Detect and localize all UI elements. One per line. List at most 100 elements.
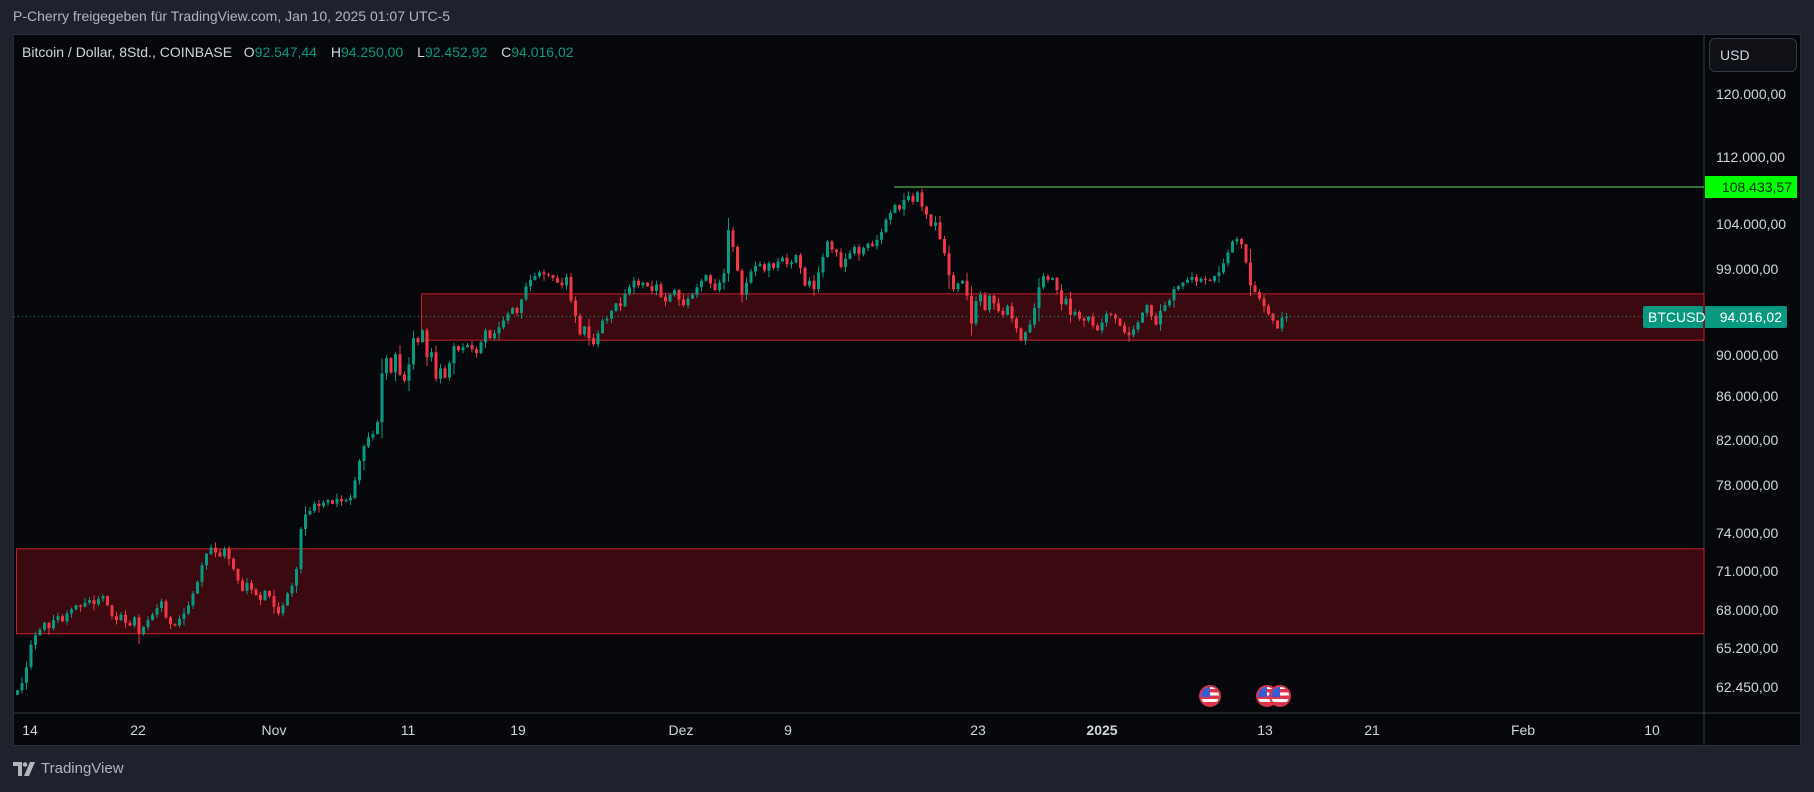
candle-body bbox=[857, 247, 861, 255]
candle-body bbox=[695, 287, 699, 295]
candle-body bbox=[515, 308, 519, 313]
candle-body bbox=[547, 274, 550, 276]
candle-body bbox=[88, 600, 91, 603]
candle-body bbox=[443, 368, 447, 378]
candle-body bbox=[1186, 279, 1189, 283]
candle-body bbox=[704, 275, 708, 281]
candle-body bbox=[1109, 313, 1113, 315]
candle-body bbox=[268, 590, 271, 597]
symbol-name[interactable]: Bitcoin / Dollar, 8Std., COINBASE bbox=[22, 44, 232, 60]
candle-body bbox=[1217, 272, 1221, 277]
candle-body bbox=[961, 280, 964, 284]
candle-body bbox=[1042, 276, 1045, 288]
candle-body bbox=[1222, 263, 1225, 273]
candle-body bbox=[1190, 277, 1194, 280]
candle-body bbox=[277, 606, 280, 614]
candle-body bbox=[1064, 298, 1068, 305]
candle-body bbox=[218, 552, 222, 557]
candle-body bbox=[479, 342, 483, 354]
time-tick-label: 2025 bbox=[1086, 722, 1118, 738]
candle-body bbox=[1001, 310, 1005, 315]
candle-body bbox=[173, 624, 177, 626]
candle-body bbox=[646, 282, 649, 287]
candle-body bbox=[506, 313, 510, 321]
time-tick-label: Dez bbox=[668, 722, 694, 738]
candle-body bbox=[682, 299, 685, 306]
candle-body bbox=[524, 286, 528, 300]
candle-body bbox=[349, 497, 352, 501]
candle-body bbox=[497, 327, 501, 334]
candle-body bbox=[263, 590, 267, 601]
candle-body bbox=[556, 277, 559, 283]
candle-body bbox=[853, 247, 856, 254]
candle-body bbox=[407, 364, 411, 381]
candle-body bbox=[416, 338, 420, 343]
candle-body bbox=[376, 422, 379, 435]
candle-body bbox=[1006, 306, 1009, 315]
time-tick-label: Nov bbox=[261, 722, 287, 738]
candle-body bbox=[916, 192, 919, 202]
candle-body bbox=[1159, 310, 1162, 325]
candle-body bbox=[673, 290, 676, 295]
candle-body bbox=[214, 547, 217, 553]
candle-body bbox=[1213, 276, 1216, 281]
candle-body bbox=[722, 273, 726, 283]
candle-body bbox=[272, 596, 276, 607]
candle-body bbox=[452, 346, 456, 364]
candle-body bbox=[344, 500, 348, 502]
candle-body bbox=[448, 363, 451, 378]
candle-body bbox=[133, 617, 136, 626]
candle-body bbox=[1271, 313, 1275, 321]
time-tick-label: 22 bbox=[130, 722, 146, 738]
candle-body bbox=[511, 308, 514, 314]
candle-body bbox=[767, 263, 771, 271]
candle-body bbox=[745, 282, 748, 295]
candle-body bbox=[353, 480, 357, 498]
candle-body bbox=[65, 613, 69, 622]
candle-body bbox=[209, 547, 213, 554]
candle-body bbox=[488, 330, 492, 339]
candle-body bbox=[610, 310, 613, 319]
candle-body bbox=[911, 195, 915, 202]
candle-body bbox=[254, 589, 258, 595]
candle-body bbox=[1105, 313, 1108, 323]
candle-body bbox=[124, 614, 127, 623]
candle-body bbox=[110, 605, 114, 617]
price-tick-label: 90.000,00 bbox=[1716, 347, 1779, 364]
candle-body bbox=[880, 231, 883, 240]
candle-body bbox=[1267, 306, 1270, 314]
tradingview-logo[interactable]: TradingView bbox=[13, 760, 124, 777]
candle-body bbox=[164, 601, 168, 618]
candle-body bbox=[101, 596, 105, 599]
candle-body bbox=[628, 287, 631, 294]
candle-body bbox=[619, 303, 622, 307]
us-flag-event-icon[interactable] bbox=[1199, 685, 1221, 707]
price-tick-label: 62.450,00 bbox=[1716, 679, 1779, 696]
us-flag-event-icon[interactable] bbox=[1269, 685, 1291, 707]
candle-body bbox=[1096, 325, 1099, 331]
candle-body bbox=[871, 243, 874, 247]
chart-canvas[interactable] bbox=[0, 0, 1814, 792]
candle-body bbox=[844, 258, 847, 267]
currency-button[interactable]: USD bbox=[1709, 38, 1797, 72]
candle-body bbox=[992, 295, 996, 304]
low-value: 92.452,92 bbox=[424, 44, 488, 60]
candle-body bbox=[659, 284, 663, 297]
candle-body bbox=[754, 266, 757, 272]
candle-body bbox=[236, 568, 240, 581]
candle-body bbox=[983, 294, 987, 310]
time-tick-label: 23 bbox=[970, 722, 986, 738]
candle-body bbox=[686, 298, 690, 306]
high-label: H bbox=[330, 44, 341, 60]
candle-body bbox=[128, 622, 132, 626]
candle-body bbox=[160, 601, 163, 609]
price-tick-label: 120.000,00 bbox=[1716, 86, 1787, 102]
candle-body bbox=[371, 434, 375, 438]
candle-body bbox=[1127, 332, 1131, 336]
price-tick-label: 74.000,00 bbox=[1716, 524, 1779, 541]
candle-body bbox=[259, 594, 262, 601]
candle-body bbox=[290, 585, 294, 594]
time-tick-label: 13 bbox=[1257, 722, 1273, 738]
candle-body bbox=[1262, 298, 1266, 307]
candle-body bbox=[1181, 282, 1185, 287]
